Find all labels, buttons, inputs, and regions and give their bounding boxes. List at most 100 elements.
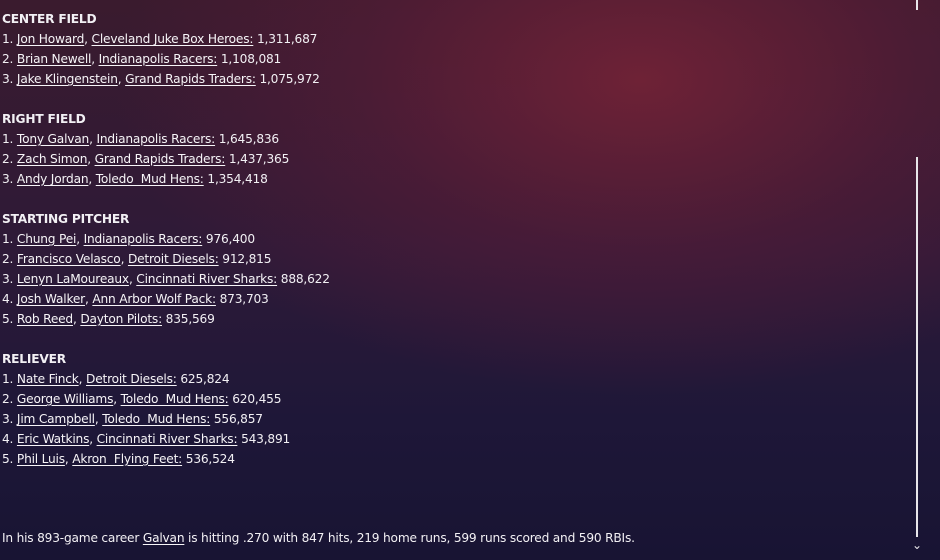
player-link[interactable]: Jim Campbell: [17, 412, 95, 426]
player-link[interactable]: Eric Watkins: [17, 432, 90, 446]
entry-rank: 1.: [2, 132, 14, 146]
entry-rank: 3.: [2, 412, 14, 426]
career-summary: In his 893-game career Galvan is hitting…: [2, 528, 635, 548]
vote-count: 1,354,418: [207, 172, 268, 186]
section-title: STARTING PITCHER: [2, 212, 130, 226]
section-title: CENTER FIELD: [2, 12, 97, 26]
entry-rank: 2.: [2, 392, 14, 406]
entry-rank: 4.: [2, 292, 14, 306]
team-link[interactable]: Toledo Mud Hens:: [102, 412, 210, 426]
vote-entry: 4. Josh Walker, Ann Arbor Wolf Pack: 873…: [2, 289, 902, 309]
separator: ,: [120, 252, 128, 266]
vote-entry: 2. George Williams, Toledo Mud Hens: 620…: [2, 389, 902, 409]
entry-rank: 1.: [2, 232, 14, 246]
vote-entry: 1. Chung Pei, Indianapolis Racers: 976,4…: [2, 229, 902, 249]
all-star-voting-results: CENTER FIELD 1. Jon Howard, Cleveland Juk…: [2, 9, 902, 489]
separator: ,: [76, 232, 84, 246]
player-link[interactable]: Nate Finck: [17, 372, 79, 386]
entry-rank: 5.: [2, 452, 14, 466]
team-link[interactable]: Indianapolis Racers:: [96, 132, 215, 146]
entry-rank: 4.: [2, 432, 14, 446]
vertical-scrollbar[interactable]: [916, 0, 918, 560]
summary-player-link[interactable]: Galvan: [143, 531, 185, 545]
entry-rank: 2.: [2, 52, 14, 66]
separator: ,: [78, 372, 87, 386]
vote-entry: 5. Phil Luis, Akron Flying Feet: 536,524: [2, 449, 902, 469]
player-link[interactable]: Josh Walker: [17, 292, 85, 306]
team-link[interactable]: Akron Flying Feet:: [72, 452, 182, 466]
vote-count: 1,645,836: [218, 132, 279, 146]
voting-section: RELIEVER 1. Nate Finck, Detroit Diesels: …: [2, 349, 902, 469]
vote-count: 835,569: [165, 312, 215, 326]
entry-rank: 1.: [2, 32, 14, 46]
player-link[interactable]: Andy Jordan: [17, 172, 89, 186]
chevron-down-icon[interactable]: ⌄: [910, 538, 924, 552]
player-link[interactable]: Chung Pei: [17, 232, 76, 246]
team-link[interactable]: Cleveland Juke Box Heroes:: [92, 32, 254, 46]
entry-rank: 3.: [2, 172, 14, 186]
voting-section: RIGHT FIELD 1. Tony Galvan, Indianapolis …: [2, 109, 902, 189]
separator: ,: [87, 152, 95, 166]
entry-rank: 2.: [2, 152, 14, 166]
team-link[interactable]: Toledo Mud Hens:: [121, 392, 229, 406]
vote-count: 873,703: [219, 292, 269, 306]
team-link[interactable]: Indianapolis Racers:: [99, 52, 218, 66]
team-link[interactable]: Cincinnati River Sharks:: [97, 432, 238, 446]
vote-count: 976,400: [205, 232, 255, 246]
summary-suffix: is hitting .270 with 847 hits, 219 home …: [184, 531, 635, 545]
scrollbar-top-track: [916, 0, 918, 10]
entry-rank: 2.: [2, 252, 14, 266]
team-link[interactable]: Detroit Diesels:: [128, 252, 219, 266]
vote-entry: 3. Andy Jordan, Toledo Mud Hens: 1,354,4…: [2, 169, 902, 189]
vote-count: 1,075,972: [259, 72, 320, 86]
team-link[interactable]: Toledo Mud Hens:: [96, 172, 204, 186]
section-title: RELIEVER: [2, 352, 66, 366]
vote-entry: 3. Jake Klingenstein, Grand Rapids Trade…: [2, 69, 902, 89]
separator: ,: [89, 432, 97, 446]
team-link[interactable]: Detroit Diesels:: [86, 372, 177, 386]
player-link[interactable]: Brian Newell: [17, 52, 91, 66]
voting-section: STARTING PITCHER 1. Chung Pei, Indianapol…: [2, 209, 902, 329]
entry-rank: 5.: [2, 312, 14, 326]
player-link[interactable]: Lenyn LaMoureaux: [17, 272, 129, 286]
player-link[interactable]: George Williams: [17, 392, 114, 406]
vote-entry: 3. Jim Campbell, Toledo Mud Hens: 556,85…: [2, 409, 902, 429]
separator: ,: [84, 32, 92, 46]
section-title: RIGHT FIELD: [2, 112, 86, 126]
vote-count: 912,815: [222, 252, 272, 266]
vote-count: 888,622: [280, 272, 330, 286]
team-link[interactable]: Ann Arbor Wolf Pack:: [92, 292, 216, 306]
player-link[interactable]: Phil Luis: [17, 452, 65, 466]
player-link[interactable]: Rob Reed: [17, 312, 73, 326]
vote-entry: 1. Jon Howard, Cleveland Juke Box Heroes…: [2, 29, 902, 49]
team-link[interactable]: Dayton Pilots:: [80, 312, 162, 326]
vote-entry: 2. Brian Newell, Indianapolis Racers: 1,…: [2, 49, 902, 69]
voting-section: CENTER FIELD 1. Jon Howard, Cleveland Juk…: [2, 9, 902, 89]
vote-entry: 1. Tony Galvan, Indianapolis Racers: 1,6…: [2, 129, 902, 149]
vote-entry: 4. Eric Watkins, Cincinnati River Sharks…: [2, 429, 902, 449]
entry-rank: 3.: [2, 272, 14, 286]
player-link[interactable]: Jon Howard: [17, 32, 84, 46]
entry-rank: 3.: [2, 72, 14, 86]
vote-count: 625,824: [180, 372, 230, 386]
scrollbar-thumb[interactable]: [916, 157, 918, 537]
summary-prefix: In his 893-game career: [2, 531, 143, 545]
vote-count: 1,108,081: [220, 52, 282, 66]
vote-entry: 3. Lenyn LaMoureaux, Cincinnati River Sh…: [2, 269, 902, 289]
vote-count: 536,524: [185, 452, 235, 466]
vote-entry: 2. Zach Simon, Grand Rapids Traders: 1,4…: [2, 149, 902, 169]
vote-entry: 5. Rob Reed, Dayton Pilots: 835,569: [2, 309, 902, 329]
player-link[interactable]: Tony Galvan: [17, 132, 89, 146]
player-link[interactable]: Jake Klingenstein: [17, 72, 118, 86]
team-link[interactable]: Cincinnati River Sharks:: [136, 272, 277, 286]
player-link[interactable]: Francisco Velasco: [17, 252, 121, 266]
vote-count: 556,857: [213, 412, 263, 426]
player-link[interactable]: Zach Simon: [17, 152, 87, 166]
team-link[interactable]: Indianapolis Racers:: [84, 232, 203, 246]
separator: ,: [113, 392, 121, 406]
vote-count: 1,311,687: [256, 32, 318, 46]
vote-entry: 2. Francisco Velasco, Detroit Diesels: 9…: [2, 249, 902, 269]
vote-count: 1,437,365: [228, 152, 290, 166]
team-link[interactable]: Grand Rapids Traders:: [125, 72, 256, 86]
team-link[interactable]: Grand Rapids Traders:: [95, 152, 226, 166]
